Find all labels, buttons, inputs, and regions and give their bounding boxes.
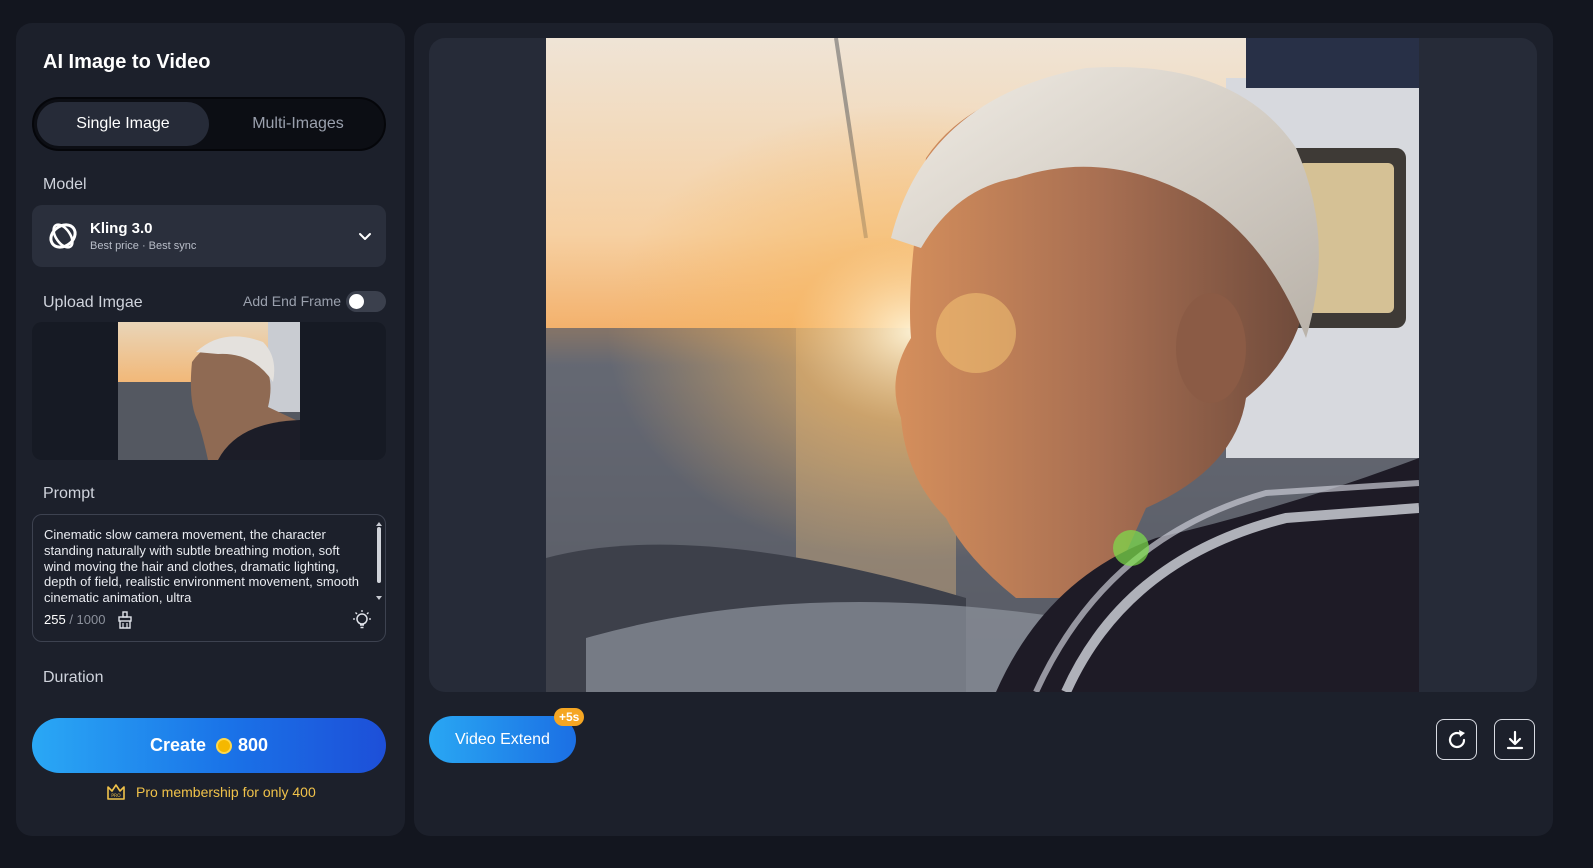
duration-label: Duration bbox=[43, 669, 104, 686]
chevron-down-icon bbox=[359, 233, 371, 240]
extend-badge: +5s bbox=[554, 708, 585, 726]
preview-area bbox=[429, 38, 1537, 692]
toggle-knob bbox=[349, 294, 364, 309]
prompt-input[interactable]: Cinematic slow camera movement, the char… bbox=[32, 514, 386, 642]
prompt-text[interactable]: Cinematic slow camera movement, the char… bbox=[44, 527, 366, 607]
refresh-icon bbox=[1448, 729, 1465, 748]
prompt-label: Prompt bbox=[43, 485, 95, 502]
upload-dropzone[interactable] bbox=[32, 322, 386, 460]
bulb-icon[interactable] bbox=[351, 609, 373, 631]
end-frame-toggle[interactable] bbox=[346, 291, 386, 312]
uploaded-image-thumbnail bbox=[118, 322, 300, 460]
create-button[interactable]: Create 800 bbox=[32, 718, 386, 773]
model-select[interactable]: Kling 3.0 Best price · Best sync bbox=[32, 205, 386, 267]
tab-multi-images[interactable]: Multi-Images bbox=[212, 102, 384, 146]
pro-membership-link[interactable]: PRO Pro membership for only 400 bbox=[106, 783, 316, 801]
generator-panel: AI Image to Video Single Image Multi-Ima… bbox=[16, 23, 405, 836]
download-icon bbox=[1506, 730, 1523, 749]
end-frame-label: Add End Frame bbox=[243, 293, 342, 309]
char-count: 255 bbox=[44, 612, 66, 627]
page-title: AI Image to Video bbox=[43, 51, 211, 73]
video-extend-button[interactable]: Video Extend bbox=[429, 716, 576, 763]
regenerate-button[interactable] bbox=[1436, 719, 1477, 760]
pro-crown-icon: PRO bbox=[107, 784, 125, 800]
tab-single-image[interactable]: Single Image bbox=[37, 102, 209, 146]
create-label: Create bbox=[149, 735, 206, 755]
clear-icon[interactable] bbox=[117, 611, 133, 629]
pro-text: Pro membership for only 400 bbox=[136, 784, 316, 800]
char-counter: 255 / 1000 bbox=[44, 612, 105, 627]
preview-panel: Video Extend +5s bbox=[414, 23, 1553, 836]
create-cost: 800 bbox=[237, 735, 269, 755]
kling-logo-icon bbox=[49, 223, 77, 249]
download-button[interactable] bbox=[1494, 719, 1535, 760]
model-label: Model bbox=[43, 176, 87, 193]
prompt-scrollbar[interactable] bbox=[376, 521, 382, 601]
svg-text:PRO: PRO bbox=[111, 793, 121, 799]
coin-icon bbox=[215, 737, 232, 754]
image-mode-switch: Single Image Multi-Images bbox=[32, 97, 386, 151]
upload-label: Upload Imgae bbox=[43, 294, 143, 311]
model-name: Kling 3.0 bbox=[90, 220, 153, 237]
result-image bbox=[546, 38, 1419, 692]
char-max: / 1000 bbox=[69, 612, 106, 627]
model-subtitle: Best price · Best sync bbox=[90, 240, 197, 252]
scrollbar-thumb[interactable] bbox=[377, 527, 381, 583]
